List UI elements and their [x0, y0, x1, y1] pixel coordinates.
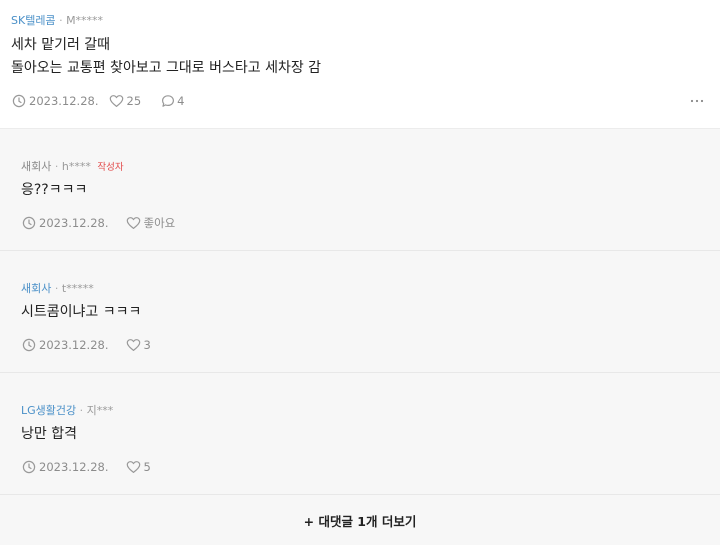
- comment-date-text: 2023.12.28.: [39, 338, 109, 352]
- clock-icon: [12, 94, 26, 108]
- author-badge: 작성자: [97, 162, 124, 173]
- like-button[interactable]: 25: [109, 94, 142, 108]
- comment-like-count: 3: [143, 338, 151, 352]
- company-name[interactable]: 새회사: [21, 160, 51, 173]
- comment-date-text: 2023.12.28.: [39, 216, 109, 230]
- post-line-2: 돌아오는 교통편 찾아보고 그대로 버스타고 세차장 감: [11, 60, 322, 76]
- comment-stats: 2023.12.28. 좋아요: [22, 215, 175, 231]
- post-meta: SK텔레콤 · M*****: [11, 12, 103, 28]
- meta-separator: ·: [79, 404, 84, 417]
- comment-date-text: 2023.12.28.: [39, 460, 109, 474]
- comment-count: 4: [177, 94, 185, 108]
- author-name: 지***: [86, 404, 114, 417]
- post-body: 세차 맡기러 갈때 돌아오는 교통편 찾아보고 그대로 버스타고 세차장 감: [11, 34, 321, 80]
- comment-icon: [162, 95, 175, 107]
- company-name[interactable]: LG생활건강: [21, 404, 76, 417]
- comment-item: LG생활건강 · 지*** 낭만 합격 2023.12.28. 5: [0, 373, 720, 495]
- comment-item: 새회사 · t***** 시트콤이냐고 ㅋㅋㅋ 2023.12.28. 3: [0, 251, 720, 373]
- meta-separator: ·: [54, 282, 59, 295]
- comment-date: 2023.12.28.: [22, 460, 109, 474]
- comment-meta: LG생활건강 · 지***: [21, 402, 113, 418]
- more-icon: [690, 99, 704, 103]
- comment-stats: 2023.12.28. 3: [22, 337, 151, 353]
- comment-like-button[interactable]: 좋아요: [126, 215, 176, 231]
- comment-date: 2023.12.28.: [22, 216, 109, 230]
- comment-like-button[interactable]: 3: [126, 338, 151, 352]
- more-replies-button[interactable]: + 대댓글 1개 더보기: [0, 495, 720, 545]
- author-name: M*****: [66, 14, 104, 27]
- heart-icon: [109, 95, 123, 107]
- company-name[interactable]: SK텔레콤: [11, 14, 56, 27]
- clock-icon: [22, 460, 36, 474]
- comment-meta: 새회사 · h**** 작성자: [21, 158, 124, 174]
- post-stats: 2023.12.28. 25 4: [12, 93, 184, 109]
- comment-meta: 새회사 · t*****: [21, 280, 94, 296]
- post-line-1: 세차 맡기러 갈때: [11, 37, 111, 53]
- comment-text: 응??ㅋㅋㅋ: [21, 182, 88, 198]
- heart-icon: [126, 217, 140, 229]
- comments-section: 새회사 · h**** 작성자 응??ㅋㅋㅋ 2023.12.28. 좋아요 새…: [0, 128, 720, 545]
- heart-icon: [126, 339, 140, 351]
- meta-separator: ·: [59, 14, 63, 27]
- post-date: 2023.12.28.: [12, 94, 99, 108]
- comment-text: 시트콤이냐고 ㅋㅋㅋ: [21, 304, 142, 320]
- comment-like-button[interactable]: 5: [126, 460, 151, 474]
- company-name[interactable]: 새회사: [21, 282, 51, 295]
- author-name: h****: [61, 160, 91, 173]
- comment-like-label: 좋아요: [143, 216, 176, 230]
- comment-button[interactable]: 4: [161, 94, 184, 108]
- comment-date: 2023.12.28.: [22, 338, 109, 352]
- comment-like-count: 5: [143, 460, 151, 474]
- more-options-button[interactable]: [690, 93, 704, 109]
- heart-icon: [126, 461, 140, 473]
- post: SK텔레콤 · M***** 세차 맡기러 갈때 돌아오는 교통편 찾아보고 그…: [0, 0, 720, 128]
- clock-icon: [22, 216, 36, 230]
- comment-stats: 2023.12.28. 5: [22, 459, 151, 475]
- like-count: 25: [126, 94, 142, 108]
- author-name: t*****: [61, 282, 94, 295]
- clock-icon: [22, 338, 36, 352]
- comment-text: 낭만 합격: [21, 426, 77, 442]
- post-date-text: 2023.12.28.: [29, 94, 99, 108]
- comment-item: 새회사 · h**** 작성자 응??ㅋㅋㅋ 2023.12.28. 좋아요: [0, 129, 720, 251]
- meta-separator: ·: [54, 160, 59, 173]
